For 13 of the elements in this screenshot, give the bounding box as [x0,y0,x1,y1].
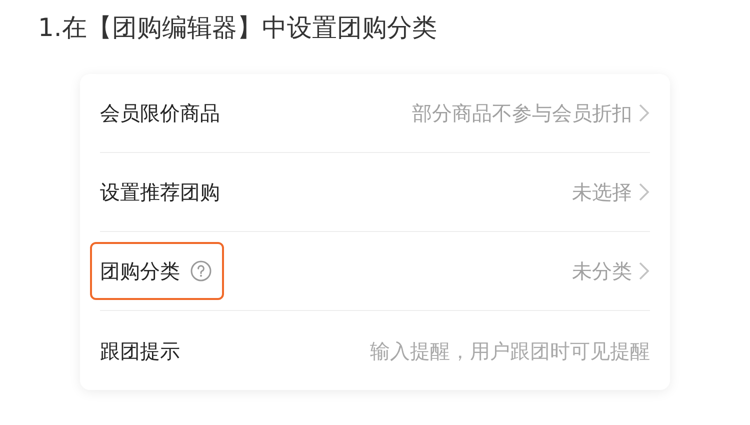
help-icon[interactable] [190,260,212,282]
chevron-icon [638,182,650,202]
row-label: 会员限价商品 [100,100,220,127]
row-link[interactable]: 未选择 [572,177,650,207]
row-label: 设置推荐团购 [100,179,220,206]
row-label: 团购分类 [100,258,180,285]
row-label: 跟团提示 [100,338,180,364]
heading: 1.在【团购编辑器】中设置团购分类 [37,12,438,44]
chevron-icon [638,261,650,281]
reminder-field[interactable]: 输入提醒，用户跟团时可见提醒 [290,336,650,366]
chevron-icon [638,103,650,123]
row-link[interactable]: 未分类 [572,256,650,286]
row-link[interactable]: 部分商品不参与会员折扣 [412,98,650,128]
